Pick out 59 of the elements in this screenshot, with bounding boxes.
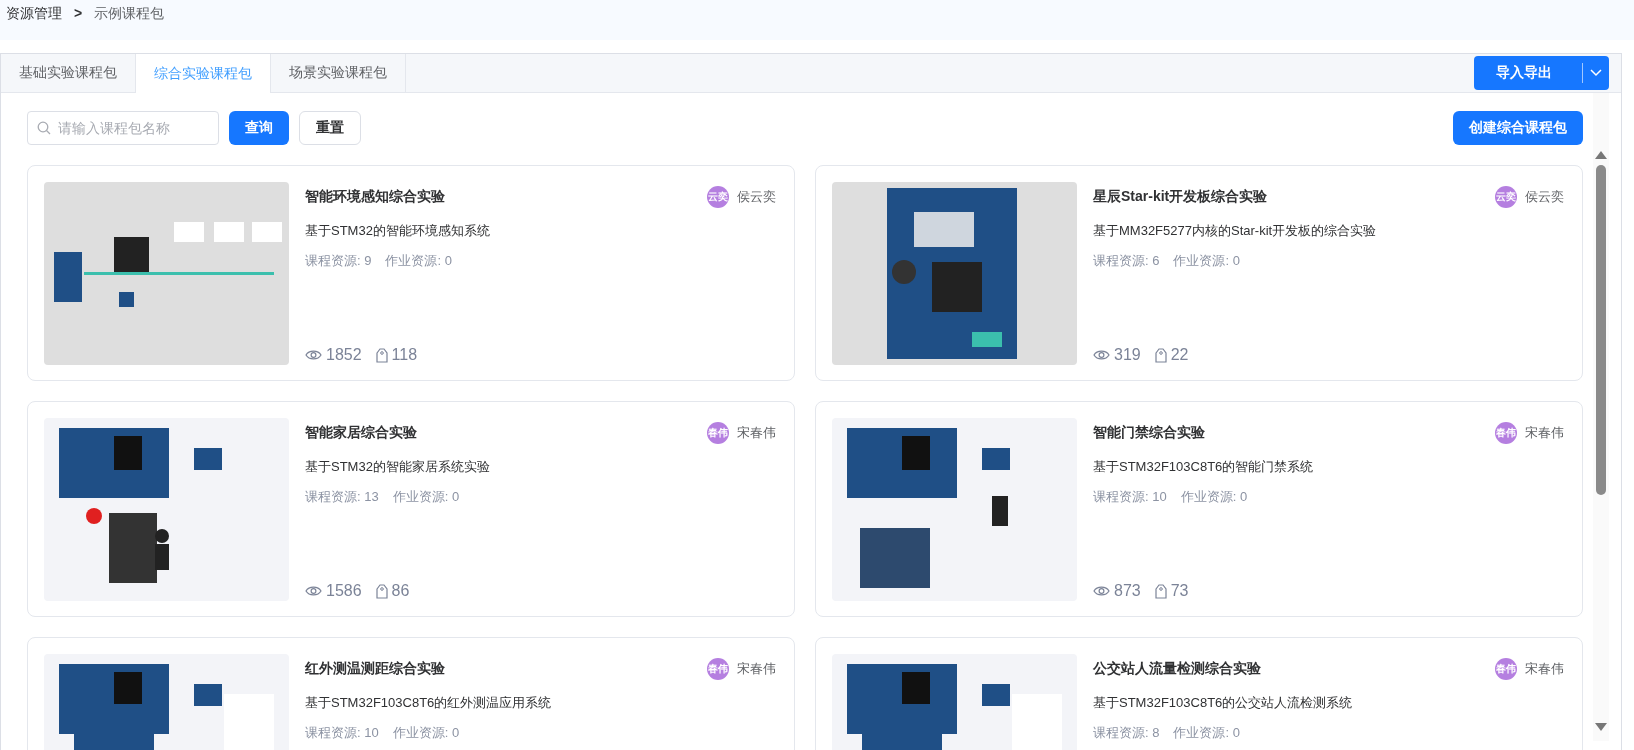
author-name: 宋春伟 — [1525, 424, 1564, 442]
view-count: 1852 — [326, 346, 362, 364]
author-name: 宋春伟 — [737, 660, 776, 678]
homework-resource-count: 作业资源: 0 — [392, 488, 460, 506]
favorite-count: 118 — [391, 346, 418, 364]
card-title: 公交站人流量检测综合实验 — [1093, 660, 1262, 678]
breadcrumb-separator: > — [74, 5, 83, 21]
card-description: 基于STM32的智能环境感知系统 — [305, 222, 491, 240]
card-title: 智能环境感知综合实验 — [305, 188, 446, 206]
query-button[interactable]: 查询 — [229, 111, 289, 145]
course-resource-count: 课程资源: 10 — [1093, 488, 1167, 506]
author-avatar: 春伟 — [1495, 658, 1517, 680]
view-count: 319 — [1114, 346, 1141, 364]
favorite-count: 86 — [391, 582, 410, 600]
homework-resource-count: 作业资源: 0 — [1180, 488, 1248, 506]
card-description: 基于STM32F103C8T6的智能门禁系统 — [1093, 458, 1315, 476]
course-resource-count: 课程资源: 10 — [305, 724, 379, 742]
breadcrumb-item[interactable]: 资源管理 — [6, 5, 62, 23]
homework-resource-count: 作业资源: 0 — [385, 252, 452, 270]
author-name: 宋春伟 — [1525, 660, 1564, 678]
reset-button[interactable]: 重置 — [299, 111, 361, 145]
course-card[interactable]: 智能家居综合实验 春伟 宋春伟 基于STM32的智能家居系统实验 课程资源: 13 作业资源: 0 1586 86 — [27, 401, 795, 617]
card-description: 基于STM32F103C8T6的公交站人流检测系统 — [1093, 694, 1354, 712]
author-avatar: 春伟 — [707, 422, 729, 444]
author-name: 侯云奕 — [737, 188, 776, 206]
homework-resource-count: 作业资源: 0 — [392, 724, 460, 742]
favorite-count: 22 — [1170, 346, 1189, 364]
card-description: 基于STM32F103C8T6的红外测温应用系统 — [305, 694, 553, 712]
import-export-button[interactable]: 导入导出 — [1474, 56, 1609, 90]
homework-resource-count: 作业资源: 0 — [1173, 724, 1240, 742]
course-resource-count: 课程资源: 8 — [1093, 724, 1160, 742]
course-card[interactable]: 公交站人流量检测综合实验 春伟 宋春伟 基于STM32F103C8T6的公交站人流检测系统 课程资源: 8 作业资源: 0 — [815, 637, 1583, 750]
card-title: 星辰Star-kit开发板综合实验 — [1093, 188, 1269, 206]
course-resource-count: 课程资源: 9 — [305, 252, 372, 270]
course-card[interactable]: 星辰Star-kit开发板综合实验 云奕 侯云奕 基于MM32F5277内核的Star-kit开发板的综合实验 课程资源: 6 作业资源: 0 319 22 — [815, 165, 1583, 381]
card-title: 智能家居综合实验 — [305, 424, 418, 442]
search-field[interactable]: 请输入课程包名称 — [27, 111, 219, 145]
course-resource-count: 课程资源: 6 — [1093, 252, 1160, 270]
course-card[interactable]: 智能门禁综合实验 春伟 宋春伟 基于STM32F103C8T6的智能门禁系统 课程资源: 10 作业资源: 0 873 73 — [815, 401, 1583, 617]
create-button[interactable]: 创建综合课程包 — [1453, 111, 1583, 145]
favorite-count: 73 — [1170, 582, 1189, 600]
course-resource-count: 课程资源: 13 — [305, 488, 379, 506]
card-title: 智能门禁综合实验 — [1093, 424, 1206, 442]
author-avatar: 云奕 — [707, 186, 729, 208]
view-count: 1586 — [326, 582, 362, 600]
view-count: 873 — [1114, 582, 1141, 600]
course-card[interactable]: 智能环境感知综合实验 云奕 侯云奕 基于STM32的智能环境感知系统 课程资源: 9 作业资源: 0 1852 118 — [27, 165, 795, 381]
tab[interactable]: 场景实验课程包 — [271, 54, 406, 92]
author-avatar: 春伟 — [1495, 422, 1517, 444]
author-name: 侯云奕 — [1525, 188, 1564, 206]
card-description: 基于MM32F5277内核的Star-kit开发板的综合实验 — [1093, 222, 1378, 240]
author-avatar: 春伟 — [707, 658, 729, 680]
author-name: 宋春伟 — [737, 424, 776, 442]
homework-resource-count: 作业资源: 0 — [1173, 252, 1240, 270]
course-card[interactable]: 红外测温测距综合实验 春伟 宋春伟 基于STM32F103C8T6的红外测温应用系统 课程资源: 10 作业资源: 0 — [27, 637, 795, 750]
breadcrumb-item: 示例课程包 — [94, 5, 165, 23]
card-title: 红外测温测距综合实验 — [305, 660, 446, 678]
author-avatar: 云奕 — [1495, 186, 1517, 208]
card-description: 基于STM32的智能家居系统实验 — [305, 458, 491, 476]
